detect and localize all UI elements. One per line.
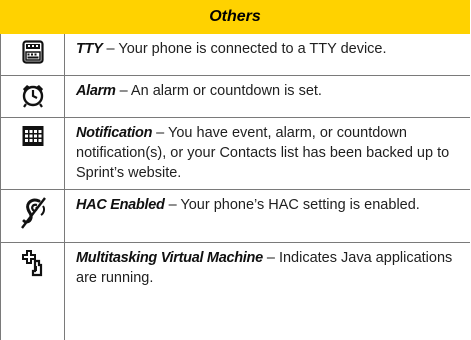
row-description: – An alarm or countdown is set. [115, 83, 322, 99]
row-term: Alarm [76, 83, 116, 99]
table-row: TTY – Your phone is connected to a TTY d… [0, 34, 470, 76]
row-text: HAC Enabled – Your phone’s HAC setting i… [76, 195, 462, 215]
table-row: HAC Enabled – Your phone’s HAC setting i… [0, 190, 470, 243]
row-text: Notification – You have event, alarm, or… [76, 123, 462, 183]
row-term: Notification [76, 125, 153, 141]
row-term: HAC Enabled [76, 197, 165, 213]
row-description: – Your phone’s HAC setting is enabled. [164, 197, 420, 213]
table-row: Multitasking Virtual Machine – Indicates… [0, 243, 470, 340]
table-header: Others [0, 0, 470, 35]
row-text: Alarm – An alarm or countdown is set. [76, 81, 462, 101]
table-row: Notification – You have event, alarm, or… [0, 118, 470, 190]
hearing-aid-icon [1, 190, 64, 242]
calendar-icon [1, 118, 64, 189]
row-term: TTY [76, 41, 103, 57]
row-text: TTY – Your phone is connected to a TTY d… [76, 39, 462, 59]
tty-icon [1, 34, 64, 75]
row-term: Multitasking Virtual Machine [76, 250, 263, 266]
row-description: – Your phone is connected to a TTY devic… [102, 41, 387, 57]
alarm-clock-icon [1, 76, 64, 117]
java-cup-icon [1, 243, 64, 340]
table-header-title: Others [209, 8, 261, 25]
row-text: Multitasking Virtual Machine – Indicates… [76, 248, 462, 288]
table-row: Alarm – An alarm or countdown is set. [0, 76, 470, 118]
